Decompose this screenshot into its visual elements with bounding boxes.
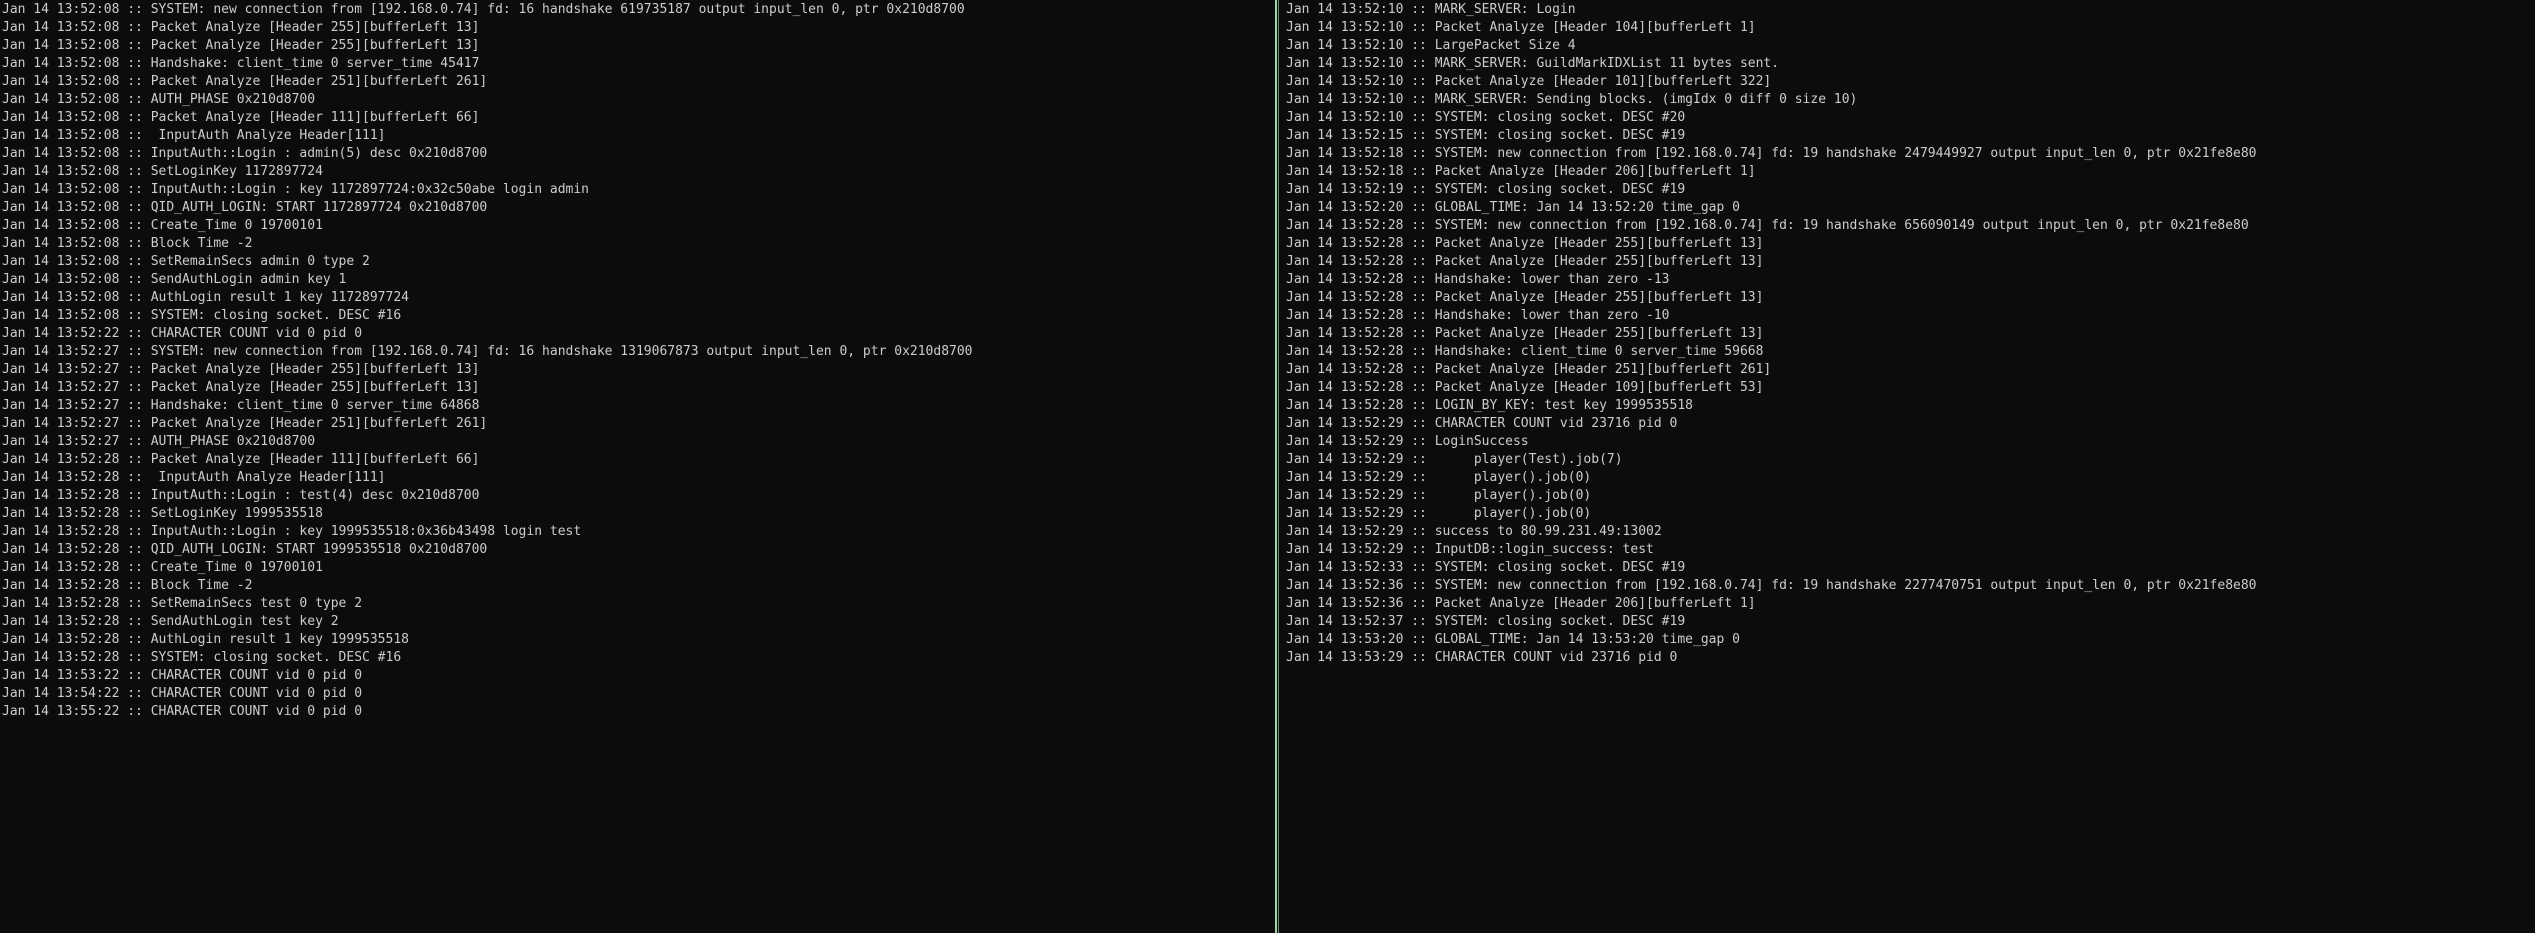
log-line: Jan 14 13:52:08 :: InputAuth::Login : ke… <box>2 182 589 197</box>
log-line: Jan 14 13:52:28 :: Packet Analyze [Heade… <box>1286 326 1764 341</box>
log-line: Jan 14 13:52:28 :: Create_Time 0 1970010… <box>2 560 323 575</box>
log-line: Jan 14 13:52:28 :: Packet Analyze [Heade… <box>1286 380 1764 395</box>
log-line: Jan 14 13:52:08 :: SYSTEM: new connectio… <box>2 2 965 17</box>
log-line: Jan 14 13:52:08 :: SYSTEM: closing socke… <box>2 308 402 323</box>
log-line: Jan 14 13:52:27 :: AUTH_PHASE 0x210d8700 <box>2 434 316 449</box>
log-line: Jan 14 13:52:10 :: SYSTEM: closing socke… <box>1286 110 1686 125</box>
log-line: Jan 14 13:52:08 :: InputAuth Analyze Hea… <box>2 128 386 143</box>
log-line: Jan 14 13:52:18 :: SYSTEM: new connectio… <box>1286 146 2257 161</box>
log-line: Jan 14 13:53:20 :: GLOBAL_TIME: Jan 14 1… <box>1286 632 1740 647</box>
log-line: Jan 14 13:52:27 :: Handshake: client_tim… <box>2 398 480 413</box>
pane-divider[interactable] <box>1274 0 1280 933</box>
log-line: Jan 14 13:52:29 :: player().job(0) <box>1286 470 1592 485</box>
log-line: Jan 14 13:52:08 :: Packet Analyze [Heade… <box>2 38 480 53</box>
log-line: Jan 14 13:52:10 :: MARK_SERVER: GuildMar… <box>1286 56 1780 71</box>
log-line: Jan 14 13:52:08 :: SetRemainSecs admin 0… <box>2 254 370 269</box>
log-line: Jan 14 13:52:28 :: AuthLogin result 1 ke… <box>2 632 409 647</box>
log-line: Jan 14 13:52:08 :: Block Time -2 <box>2 236 253 251</box>
log-line: Jan 14 13:52:22 :: CHARACTER COUNT vid 0… <box>2 326 363 341</box>
log-line: Jan 14 13:52:28 :: SetLoginKey 199953551… <box>2 506 323 521</box>
log-line: Jan 14 13:52:28 :: InputAuth Analyze Hea… <box>2 470 386 485</box>
log-line: Jan 14 13:52:08 :: QID_AUTH_LOGIN: START… <box>2 200 488 215</box>
log-line: Jan 14 13:52:28 :: Packet Analyze [Heade… <box>1286 362 1772 377</box>
log-line: Jan 14 13:52:10 :: MARK_SERVER: Sending … <box>1286 92 1858 107</box>
log-line: Jan 14 13:52:08 :: Create_Time 0 1970010… <box>2 218 323 233</box>
log-line: Jan 14 13:52:27 :: SYSTEM: new connectio… <box>2 344 973 359</box>
log-line: Jan 14 13:52:18 :: Packet Analyze [Heade… <box>1286 164 1756 179</box>
log-line: Jan 14 13:52:08 :: InputAuth::Login : ad… <box>2 146 488 161</box>
log-line: Jan 14 13:52:36 :: Packet Analyze [Heade… <box>1286 596 1756 611</box>
log-line: Jan 14 13:52:29 :: player().job(0) <box>1286 506 1592 521</box>
log-line: Jan 14 13:52:10 :: Packet Analyze [Heade… <box>1286 20 1756 35</box>
log-line: Jan 14 13:52:28 :: Handshake: lower than… <box>1286 272 1670 287</box>
log-line: Jan 14 13:52:28 :: Packet Analyze [Heade… <box>2 452 480 467</box>
left-log-output: Jan 14 13:52:08 :: SYSTEM: new connectio… <box>2 1 1274 721</box>
log-line: Jan 14 13:52:28 :: Packet Analyze [Heade… <box>1286 254 1764 269</box>
log-line: Jan 14 13:52:28 :: Block Time -2 <box>2 578 253 593</box>
log-line: Jan 14 13:52:08 :: Handshake: client_tim… <box>2 56 480 71</box>
log-line: Jan 14 13:55:22 :: CHARACTER COUNT vid 0… <box>2 704 363 719</box>
log-line: Jan 14 13:52:28 :: QID_AUTH_LOGIN: START… <box>2 542 488 557</box>
left-terminal-pane[interactable]: Jan 14 13:52:08 :: SYSTEM: new connectio… <box>0 0 1274 933</box>
log-line: Jan 14 13:52:27 :: Packet Analyze [Heade… <box>2 362 480 377</box>
log-line: Jan 14 13:52:08 :: SetLoginKey 117289772… <box>2 164 323 179</box>
log-line: Jan 14 13:52:29 :: success to 80.99.231.… <box>1286 524 1662 539</box>
right-terminal-pane[interactable]: Jan 14 13:52:10 :: MARK_SERVER: LoginJan… <box>1280 0 2535 933</box>
log-line: Jan 14 13:52:37 :: SYSTEM: closing socke… <box>1286 614 1686 629</box>
log-line: Jan 14 13:52:08 :: Packet Analyze [Heade… <box>2 110 480 125</box>
log-line: Jan 14 13:52:29 :: CHARACTER COUNT vid 2… <box>1286 416 1678 431</box>
log-line: Jan 14 13:52:08 :: AuthLogin result 1 ke… <box>2 290 409 305</box>
right-log-output: Jan 14 13:52:10 :: MARK_SERVER: LoginJan… <box>1286 1 2535 667</box>
log-line: Jan 14 13:52:20 :: GLOBAL_TIME: Jan 14 1… <box>1286 200 1740 215</box>
log-line: Jan 14 13:53:29 :: CHARACTER COUNT vid 2… <box>1286 650 1678 665</box>
log-line: Jan 14 13:52:08 :: SendAuthLogin admin k… <box>2 272 347 287</box>
log-line: Jan 14 13:52:27 :: Packet Analyze [Heade… <box>2 380 480 395</box>
terminal-split-view: Jan 14 13:52:08 :: SYSTEM: new connectio… <box>0 0 2535 933</box>
log-line: Jan 14 13:52:08 :: Packet Analyze [Heade… <box>2 74 488 89</box>
log-line: Jan 14 13:52:29 :: LoginSuccess <box>1286 434 1529 449</box>
log-line: Jan 14 13:52:10 :: LargePacket Size 4 <box>1286 38 1576 53</box>
log-line: Jan 14 13:52:33 :: SYSTEM: closing socke… <box>1286 560 1686 575</box>
log-line: Jan 14 13:54:22 :: CHARACTER COUNT vid 0… <box>2 686 363 701</box>
log-line: Jan 14 13:52:28 :: LOGIN_BY_KEY: test ke… <box>1286 398 1693 413</box>
log-line: Jan 14 13:52:29 :: InputDB::login_succes… <box>1286 542 1654 557</box>
log-line: Jan 14 13:52:28 :: Packet Analyze [Heade… <box>1286 290 1764 305</box>
log-line: Jan 14 13:52:29 :: player().job(0) <box>1286 488 1592 503</box>
log-line: Jan 14 13:52:10 :: MARK_SERVER: Login <box>1286 2 1576 17</box>
log-line: Jan 14 13:52:28 :: SYSTEM: closing socke… <box>2 650 402 665</box>
log-line: Jan 14 13:52:28 :: Handshake: client_tim… <box>1286 344 1764 359</box>
log-line: Jan 14 13:52:27 :: Packet Analyze [Heade… <box>2 416 488 431</box>
log-line: Jan 14 13:52:28 :: InputAuth::Login : ke… <box>2 524 582 539</box>
log-line: Jan 14 13:52:36 :: SYSTEM: new connectio… <box>1286 578 2257 593</box>
log-line: Jan 14 13:52:28 :: InputAuth::Login : te… <box>2 488 480 503</box>
log-line: Jan 14 13:52:29 :: player(Test).job(7) <box>1286 452 1623 467</box>
log-line: Jan 14 13:53:22 :: CHARACTER COUNT vid 0… <box>2 668 363 683</box>
log-line: Jan 14 13:52:28 :: Handshake: lower than… <box>1286 308 1670 323</box>
log-line: Jan 14 13:52:15 :: SYSTEM: closing socke… <box>1286 128 1686 143</box>
log-line: Jan 14 13:52:28 :: SYSTEM: new connectio… <box>1286 218 2249 233</box>
log-line: Jan 14 13:52:28 :: SendAuthLogin test ke… <box>2 614 339 629</box>
log-line: Jan 14 13:52:10 :: Packet Analyze [Heade… <box>1286 74 1772 89</box>
log-line: Jan 14 13:52:19 :: SYSTEM: closing socke… <box>1286 182 1686 197</box>
log-line: Jan 14 13:52:28 :: Packet Analyze [Heade… <box>1286 236 1764 251</box>
log-line: Jan 14 13:52:08 :: AUTH_PHASE 0x210d8700 <box>2 92 316 107</box>
log-line: Jan 14 13:52:08 :: Packet Analyze [Heade… <box>2 20 480 35</box>
log-line: Jan 14 13:52:28 :: SetRemainSecs test 0 … <box>2 596 363 611</box>
